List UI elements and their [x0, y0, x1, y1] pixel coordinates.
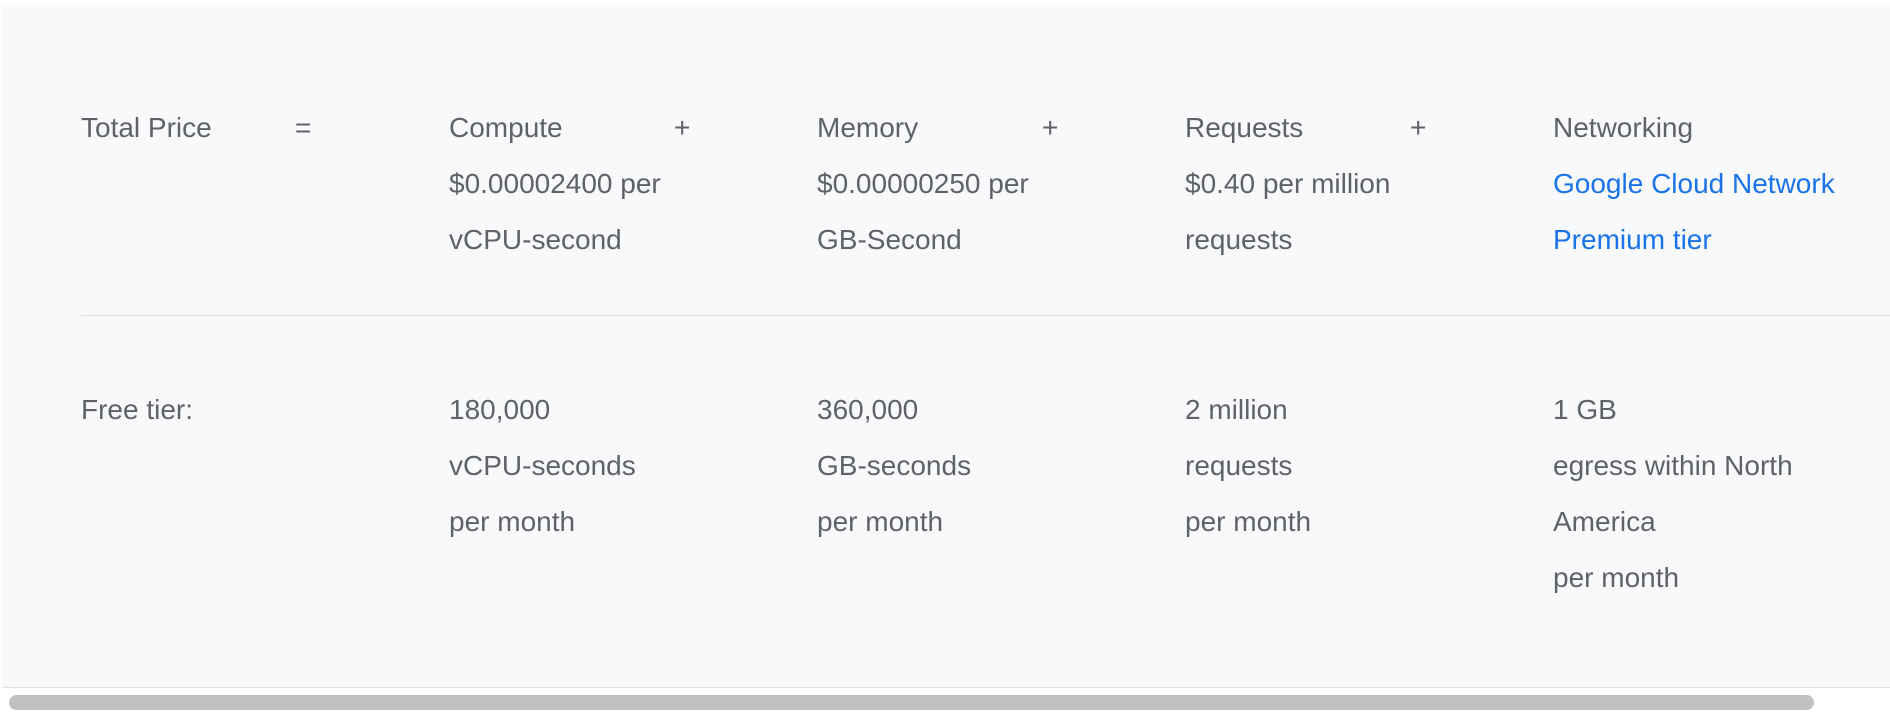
free-memory-line-2: GB-seconds [817, 450, 972, 481]
plus-sign-requests: + [1410, 112, 1427, 143]
compute-price-line-1: $0.00002400 per [449, 168, 661, 199]
requests-header: Requests [1185, 112, 1304, 143]
free-network-line-4: per month [1553, 562, 1680, 593]
row-divider [81, 315, 1890, 316]
compute-header: Compute [449, 112, 563, 143]
free-tier-memory-cell: 360,000 GB-seconds per month [817, 382, 971, 550]
free-tier-label: Free tier: [81, 394, 194, 425]
memory-header: Memory [817, 112, 919, 143]
total-price-label: Total Price [81, 112, 212, 143]
plus-sign-memory: + [1042, 112, 1059, 143]
free-tier-requests-cell: 2 million requests per month [1185, 382, 1311, 550]
free-memory-line-1: 360,000 [817, 394, 919, 425]
free-requests-line-2: requests [1185, 450, 1293, 481]
compute-price-line-2: vCPU-second [449, 224, 622, 255]
free-requests-line-1: 2 million [1185, 394, 1288, 425]
plus-sign-compute: + [674, 112, 691, 143]
networking-price-cell: Networking Google Cloud Network Premium … [1553, 100, 1835, 268]
free-network-line-1: 1 GB [1553, 394, 1617, 425]
free-tier-compute-cell: 180,000 vCPU-seconds per month [449, 382, 636, 550]
free-memory-line-3: per month [817, 506, 944, 537]
free-compute-line-1: 180,000 [449, 394, 551, 425]
network-link-line-2[interactable]: Premium tier [1553, 212, 1835, 268]
equals-sign: = [295, 112, 312, 143]
requests-price-cell: Requests $0.40 per million requests [1185, 100, 1390, 268]
compute-price-cell: Compute $0.00002400 per vCPU-second [449, 100, 661, 268]
memory-price-line-1: $0.00000250 per [817, 168, 1029, 199]
network-premium-tier-link[interactable]: Google Cloud Network Premium tier [1553, 156, 1835, 268]
free-requests-line-3: per month [1185, 506, 1312, 537]
free-network-line-3: America [1553, 506, 1656, 537]
horizontal-scrollbar[interactable] [2, 687, 1890, 716]
free-compute-line-3: per month [449, 506, 576, 537]
requests-price-line-1: $0.40 per million [1185, 168, 1391, 199]
requests-price-line-2: requests [1185, 224, 1293, 255]
pricing-panel: Total Price = Compute $0.00002400 per vC… [2, 5, 1890, 687]
free-network-line-2: egress within North [1553, 450, 1793, 481]
networking-header: Networking [1553, 112, 1694, 143]
memory-price-line-2: GB-Second [817, 224, 962, 255]
free-tier-networking-cell: 1 GB egress within North America per mon… [1553, 382, 1793, 606]
scrollbar-thumb[interactable] [9, 695, 1814, 710]
free-compute-line-2: vCPU-seconds [449, 450, 636, 481]
memory-price-cell: Memory $0.00000250 per GB-Second [817, 100, 1029, 268]
network-link-line-1[interactable]: Google Cloud Network [1553, 156, 1835, 212]
